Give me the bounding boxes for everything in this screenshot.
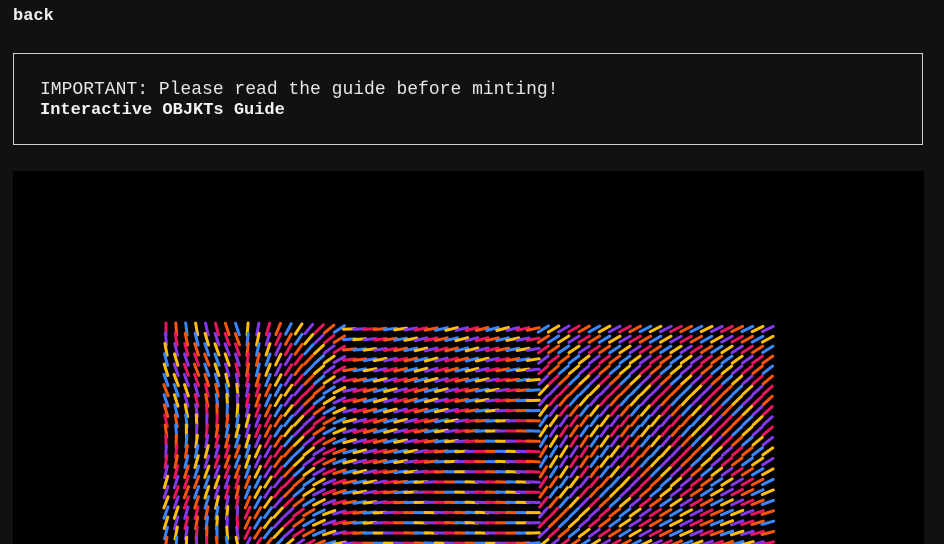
flow-field-artwork (162, 321, 776, 544)
dash-field (162, 321, 776, 544)
guide-link[interactable]: Interactive OBJKTs Guide (40, 100, 285, 122)
back-link[interactable]: back (13, 6, 54, 28)
interactive-artwork-canvas[interactable] (13, 171, 924, 544)
notice-text: IMPORTANT: Please read the guide before … (40, 80, 559, 100)
guide-notice: IMPORTANT: Please read the guide before … (13, 53, 923, 145)
